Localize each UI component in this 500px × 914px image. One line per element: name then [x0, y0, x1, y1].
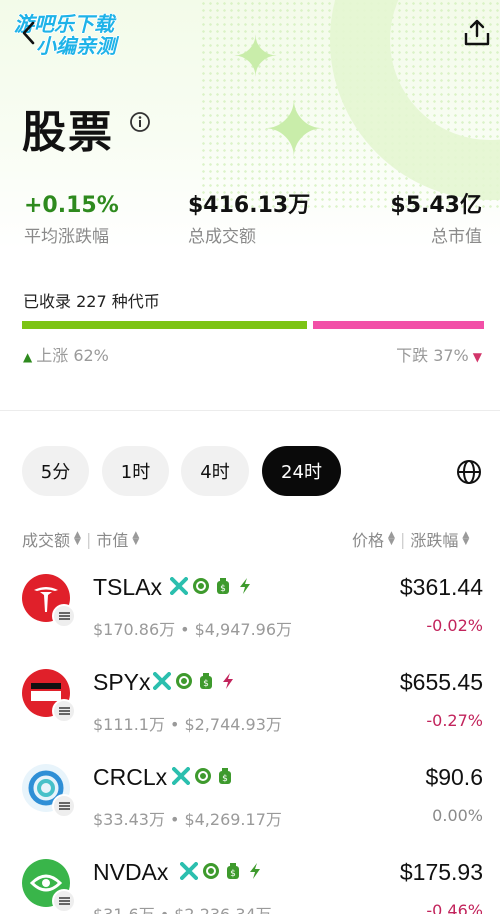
- token-stats: $31.6万•$2,236.34万: [93, 901, 272, 914]
- sort-mcap[interactable]: 市值: [96, 527, 128, 551]
- stat-avg-change: +0.15% 平均涨跌幅: [24, 192, 119, 247]
- token-stats: $170.86万 • $4,947.96万: [93, 620, 293, 639]
- solana-chain-icon: [52, 794, 76, 818]
- sort-header-left[interactable]: 成交额 ▲ ▼ | 市值 ▲ ▼: [22, 527, 139, 551]
- token-change: -0.27%: [426, 711, 483, 730]
- token-row[interactable]: TSLAx $ $170.86万 • $4,947.96万 $361.44 -0.0…: [0, 574, 500, 669]
- sort-arrows-icon: ▲ ▼: [388, 530, 395, 547]
- stat-value: +0.15%: [24, 193, 119, 218]
- solana-chain-icon: [52, 604, 76, 628]
- verified-icon: [203, 863, 219, 879]
- time-filter-4h[interactable]: 4时: [181, 446, 249, 496]
- up-ratio-bar: [22, 321, 307, 329]
- section-divider: [0, 410, 500, 411]
- sparkle-icon: ✦: [262, 85, 326, 174]
- token-change: 0.00%: [432, 806, 483, 825]
- token-price: $361.44: [399, 574, 483, 600]
- share-icon[interactable]: [462, 18, 492, 48]
- stat-total-mcap: $5.43亿 总市值: [390, 192, 482, 247]
- x-icon: [153, 672, 171, 690]
- page-title: 股票: [22, 107, 114, 158]
- money-bag-icon: $: [217, 578, 229, 594]
- sort-header-right[interactable]: 价格 ▲ ▼ | 涨跌幅 ▲ ▼: [352, 527, 469, 551]
- sort-volume[interactable]: 成交额: [22, 527, 70, 551]
- info-icon[interactable]: [129, 111, 151, 133]
- triangle-up-icon: ▲: [23, 350, 33, 364]
- lightning-icon: [223, 673, 233, 689]
- x-icon: [172, 767, 190, 785]
- stat-label: 平均涨跌幅: [24, 227, 109, 247]
- globe-icon[interactable]: [456, 459, 482, 485]
- stat-label: 总成交额: [188, 227, 256, 247]
- stat-value: $416.13万: [188, 193, 311, 218]
- sort-arrows-icon: ▲ ▼: [462, 530, 470, 547]
- verified-icon: [176, 673, 192, 689]
- x-icon: [170, 577, 188, 595]
- back-arrow-icon[interactable]: [18, 20, 40, 46]
- stat-total-volume: $416.13万 总成交额: [188, 192, 310, 247]
- token-price: $655.45: [399, 669, 483, 695]
- lightning-icon: [250, 863, 260, 879]
- time-filter-5m[interactable]: 5分: [22, 446, 89, 496]
- token-count: 已收录 227 种代币: [23, 292, 160, 311]
- x-icon: [180, 862, 198, 880]
- money-bag-icon: $: [219, 768, 231, 784]
- token-price: $90.6: [425, 764, 483, 790]
- verified-icon: [193, 578, 209, 594]
- down-ratio-label: 下跌 37% ▼: [396, 346, 482, 365]
- token-row[interactable]: CRCLx $ $33.43万 • $4,269.17万 $90.6 0.00%: [0, 764, 500, 859]
- svg-text:$: $: [220, 584, 226, 594]
- sparkle-icon: ✦: [232, 25, 279, 90]
- token-stats: $33.43万 • $4,269.17万: [93, 810, 282, 829]
- token-symbol: NVDAx: [93, 859, 169, 885]
- down-ratio-bar: [313, 321, 484, 329]
- money-bag-icon: $: [227, 863, 239, 879]
- time-filter-24h[interactable]: 24时: [262, 446, 341, 496]
- svg-text:$: $: [230, 869, 236, 879]
- token-stats: $111.1万 • $2,744.93万: [93, 715, 282, 734]
- token-row[interactable]: NVDAx $ $31.6万•$2,236.34万 $175.93 -0.46%: [0, 859, 500, 914]
- stat-value: $5.43亿: [390, 193, 482, 218]
- svg-text:$: $: [203, 679, 209, 689]
- sort-arrows-icon: ▲ ▼: [74, 530, 81, 547]
- solana-chain-icon: [52, 889, 76, 913]
- token-row[interactable]: SPYx $ $111.1万 • $2,744.93万 $655.45 -0.27%: [0, 669, 500, 764]
- token-change: -0.02%: [426, 616, 483, 635]
- token-symbol: SPYx: [93, 669, 151, 695]
- up-ratio-label: ▲ 上涨 62%: [23, 346, 109, 365]
- token-symbol: TSLAx: [93, 574, 163, 600]
- lightning-icon: [240, 578, 250, 594]
- triangle-down-icon: ▼: [472, 350, 482, 364]
- solana-chain-icon: [52, 699, 76, 723]
- sort-change[interactable]: 涨跌幅: [410, 527, 458, 551]
- sort-price[interactable]: 价格: [352, 527, 384, 551]
- sort-arrows-icon: ▲ ▼: [132, 530, 140, 547]
- money-bag-icon: $: [200, 673, 212, 689]
- token-change: -0.46%: [426, 901, 483, 914]
- verified-icon: [195, 768, 211, 784]
- stat-label: 总市值: [431, 227, 482, 247]
- token-price: $175.93: [399, 859, 483, 885]
- time-filter-1h[interactable]: 1时: [102, 446, 169, 496]
- token-symbol: CRCLx: [93, 764, 168, 790]
- svg-text:$: $: [222, 774, 228, 784]
